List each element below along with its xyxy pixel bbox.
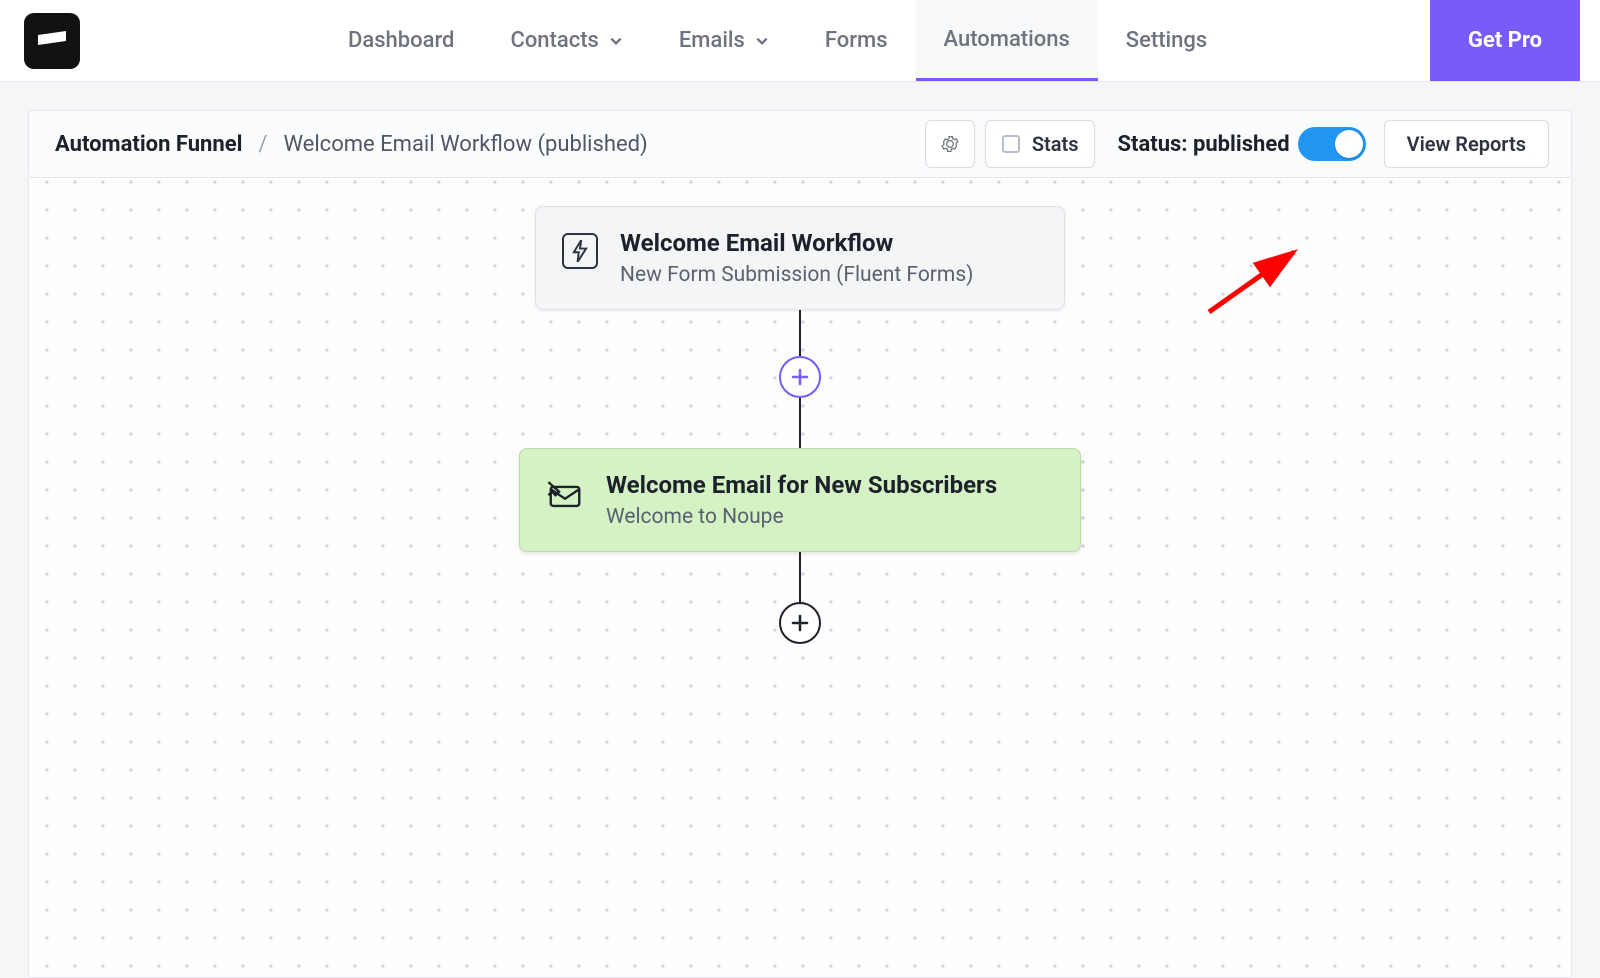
add-step-primary-button[interactable] bbox=[779, 356, 821, 398]
nav-automations[interactable]: Automations bbox=[916, 0, 1098, 81]
nav-emails[interactable]: Emails bbox=[651, 0, 797, 81]
trigger-node[interactable]: Welcome Email Workflow New Form Submissi… bbox=[535, 206, 1065, 310]
settings-button[interactable] bbox=[925, 120, 975, 168]
stats-checkbox[interactable] bbox=[1002, 135, 1020, 153]
connector-line bbox=[799, 310, 802, 356]
chevron-down-icon bbox=[755, 34, 769, 48]
page-toolbar: Automation Funnel / Welcome Email Workfl… bbox=[28, 110, 1572, 178]
trigger-badge bbox=[562, 233, 598, 269]
trigger-title: Welcome Email Workflow bbox=[620, 229, 973, 257]
action-node[interactable]: Welcome Email for New Subscribers Welcom… bbox=[519, 448, 1081, 552]
stats-label: Stats bbox=[1032, 132, 1079, 156]
action-subtitle: Welcome to Noupe bbox=[606, 505, 997, 529]
annotation-arrow-icon bbox=[1199, 242, 1309, 322]
workflow-canvas[interactable]: Welcome Email Workflow New Form Submissi… bbox=[28, 178, 1572, 978]
nav-contacts-label: Contacts bbox=[510, 28, 598, 53]
stats-toggle-button[interactable]: Stats bbox=[985, 120, 1096, 168]
view-reports-button[interactable]: View Reports bbox=[1384, 120, 1549, 168]
breadcrumb-page: Welcome Email Workflow (published) bbox=[283, 132, 647, 157]
trigger-text: Welcome Email Workflow New Form Submissi… bbox=[620, 229, 973, 287]
nav-contacts[interactable]: Contacts bbox=[482, 0, 650, 81]
action-title: Welcome Email for New Subscribers bbox=[606, 471, 997, 499]
nav-emails-label: Emails bbox=[679, 28, 745, 53]
nav-settings-label: Settings bbox=[1126, 28, 1207, 53]
toggle-knob bbox=[1335, 130, 1363, 158]
top-navbar: Dashboard Contacts Emails Forms Automati… bbox=[0, 0, 1600, 82]
breadcrumb-separator: / bbox=[258, 132, 267, 157]
breadcrumb-root[interactable]: Automation Funnel bbox=[55, 132, 242, 157]
app-logo[interactable] bbox=[24, 13, 80, 69]
get-pro-label: Get Pro bbox=[1468, 28, 1542, 53]
nav-automations-label: Automations bbox=[944, 27, 1070, 52]
connector-line bbox=[799, 552, 802, 602]
send-email-icon bbox=[546, 475, 584, 513]
chevron-down-icon bbox=[609, 34, 623, 48]
lightning-icon bbox=[571, 240, 589, 262]
publish-toggle[interactable] bbox=[1298, 127, 1366, 161]
plus-icon bbox=[790, 367, 810, 387]
nav-forms[interactable]: Forms bbox=[797, 0, 916, 81]
trigger-subtitle: New Form Submission (Fluent Forms) bbox=[620, 263, 973, 287]
get-pro-button[interactable]: Get Pro bbox=[1430, 0, 1580, 81]
action-text: Welcome Email for New Subscribers Welcom… bbox=[606, 471, 997, 529]
status-label: Status: published bbox=[1117, 132, 1289, 157]
gear-icon bbox=[940, 134, 960, 154]
nav-forms-label: Forms bbox=[825, 28, 888, 53]
main-nav: Dashboard Contacts Emails Forms Automati… bbox=[320, 0, 1418, 81]
plus-icon bbox=[790, 613, 810, 633]
view-reports-label: View Reports bbox=[1407, 132, 1526, 156]
nav-settings[interactable]: Settings bbox=[1098, 0, 1235, 81]
connector-line bbox=[799, 398, 802, 448]
nav-dashboard-label: Dashboard bbox=[348, 28, 454, 53]
logo-icon bbox=[32, 21, 72, 61]
add-step-secondary-button[interactable] bbox=[779, 602, 821, 644]
nav-dashboard[interactable]: Dashboard bbox=[320, 0, 482, 81]
